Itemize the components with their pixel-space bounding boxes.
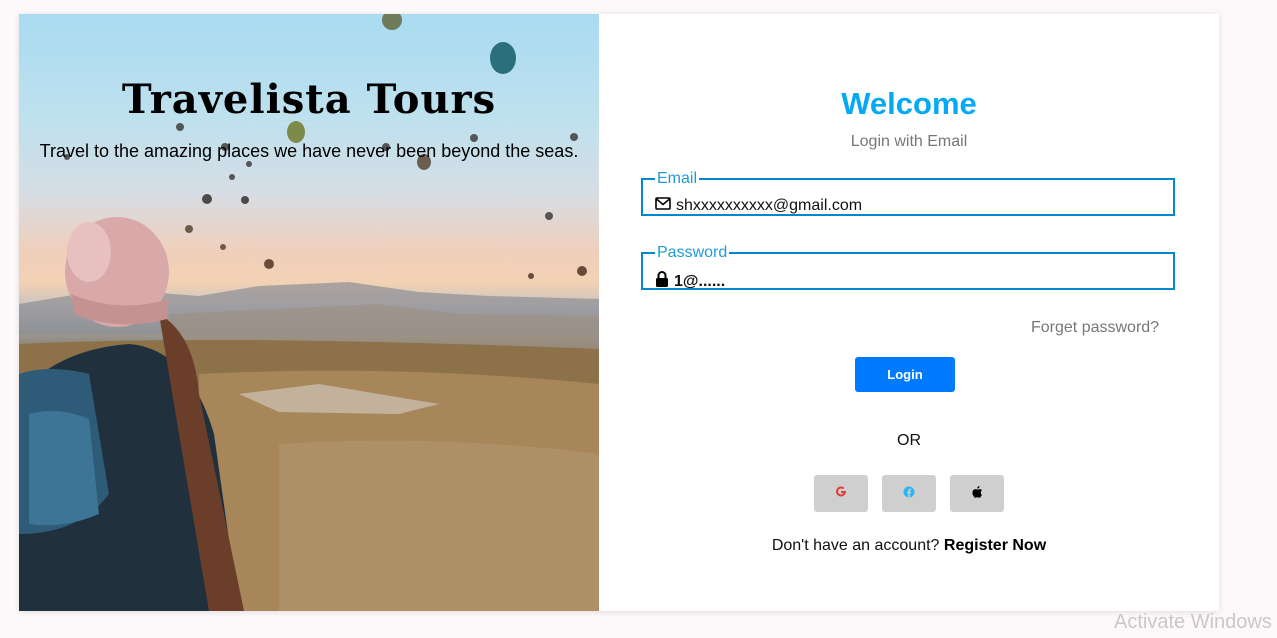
- register-prompt: Don't have an account? Register Now: [599, 537, 1219, 555]
- activate-windows-watermark: Activate Windows: [1114, 611, 1272, 633]
- brand-tagline: Travel to the amazing places we have nev…: [39, 141, 579, 161]
- facebook-icon: [903, 485, 915, 503]
- envelope-icon: [655, 197, 671, 215]
- register-prompt-text: Don't have an account?: [771, 537, 940, 554]
- email-field[interactable]: Email shxxxxxxxxxx@gmail.com: [641, 170, 1175, 216]
- login-card: Travelista Tours Travel to the amazing p…: [19, 14, 1219, 611]
- lock-icon: [655, 271, 669, 292]
- welcome-heading: Welcome: [841, 86, 977, 121]
- brand-title: Travelista Tours: [121, 76, 497, 123]
- password-label: Password: [657, 244, 728, 261]
- facebook-login-button[interactable]: [882, 475, 936, 512]
- google-icon: [835, 485, 847, 503]
- password-field[interactable]: Password 1@......: [641, 244, 1175, 292]
- login-button[interactable]: Login: [855, 357, 955, 392]
- login-subtitle: Login with Email: [850, 133, 968, 150]
- or-divider: OR: [897, 432, 921, 449]
- password-input[interactable]: 1@......: [674, 273, 725, 291]
- hero-image: Travelista Tours Travel to the amazing p…: [19, 14, 599, 611]
- email-label: Email: [657, 170, 698, 187]
- google-login-button[interactable]: [814, 475, 868, 512]
- forgot-password-link[interactable]: Forget password?: [1031, 319, 1159, 337]
- register-now-link[interactable]: Register Now: [944, 537, 1046, 554]
- email-input[interactable]: shxxxxxxxxxx@gmail.com: [676, 197, 862, 215]
- apple-icon: [971, 485, 983, 503]
- apple-login-button[interactable]: [950, 475, 1004, 512]
